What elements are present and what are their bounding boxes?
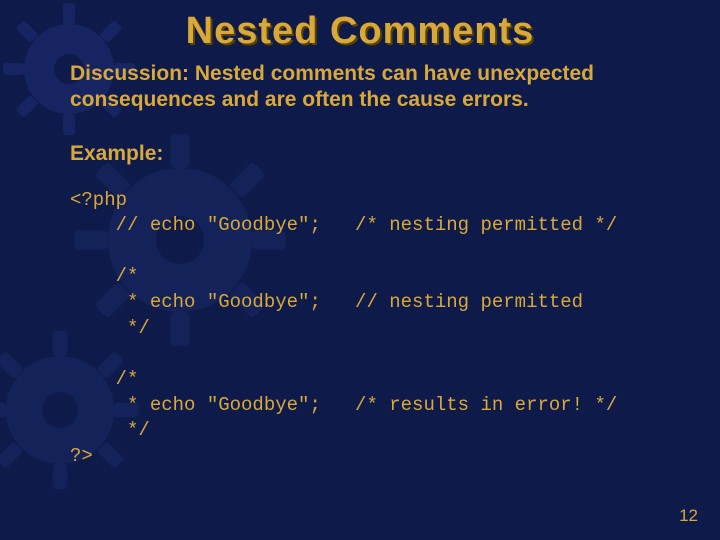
page-number: 12: [679, 506, 698, 526]
example-label: Example:: [70, 142, 650, 166]
discussion-text: Discussion: Nested comments can have une…: [70, 61, 650, 114]
code-block: <?php // echo "Goodbye"; /* nesting perm…: [70, 188, 650, 470]
slide-title: Nested Comments: [0, 0, 720, 53]
slide-content: Discussion: Nested comments can have une…: [0, 53, 720, 470]
